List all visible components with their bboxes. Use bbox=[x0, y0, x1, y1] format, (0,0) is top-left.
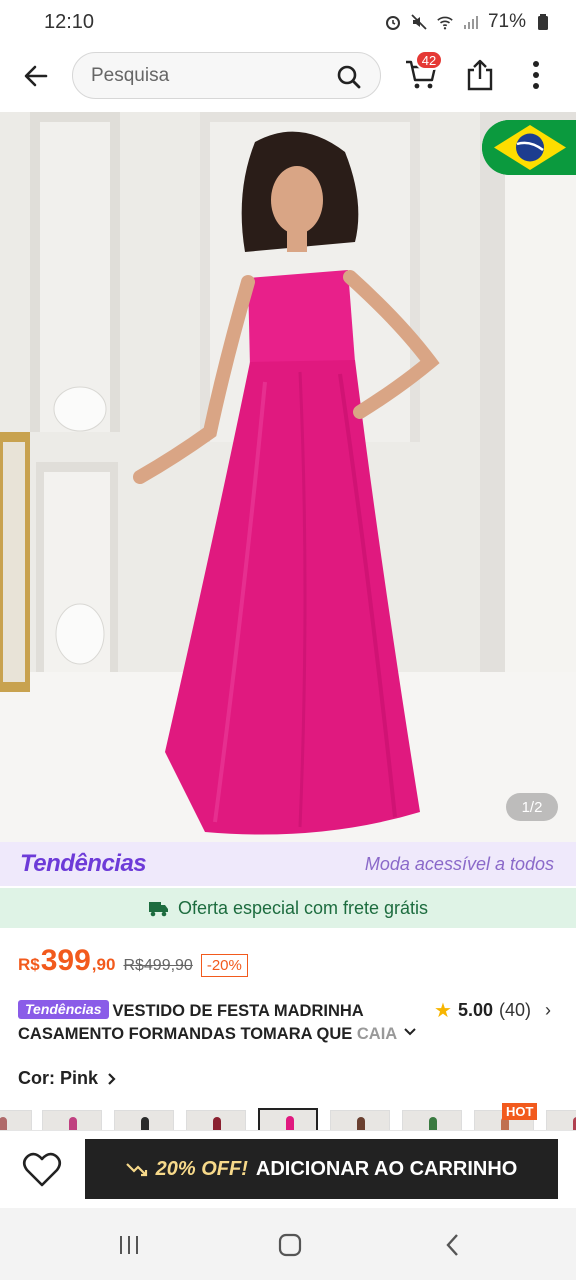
status-time: 12:10 bbox=[44, 10, 95, 33]
rating[interactable]: ★ 5.00 (40) › bbox=[434, 998, 551, 1023]
more-options-button[interactable] bbox=[526, 58, 546, 92]
product-title[interactable]: Tendências VESTIDO DE FESTA MADRINHA CASA… bbox=[18, 1000, 418, 1046]
trend-down-icon bbox=[125, 1163, 147, 1177]
color-thumbnail[interactable] bbox=[402, 1110, 462, 1130]
product-photo bbox=[0, 112, 576, 842]
status-icons: 71% bbox=[384, 11, 552, 33]
star-icon: ★ bbox=[434, 1000, 452, 1022]
color-selector[interactable]: Cor: Pink bbox=[18, 1068, 118, 1089]
wifi-icon bbox=[436, 13, 454, 31]
status-bar: 12:10 71% bbox=[0, 0, 576, 44]
color-thumbnail[interactable] bbox=[42, 1110, 102, 1130]
recent-apps-icon bbox=[120, 1236, 138, 1254]
rating-score: 5.00 bbox=[457, 1000, 493, 1020]
search-icon[interactable] bbox=[336, 64, 362, 90]
trends-tagline: Moda acessível a todos bbox=[364, 853, 554, 874]
price-row: R$ 399 ,90 R$499,90 -20% bbox=[18, 944, 248, 978]
truck-icon bbox=[148, 902, 168, 917]
top-bar: 42 bbox=[0, 44, 576, 110]
recent-apps-button[interactable] bbox=[114, 1232, 144, 1258]
color-thumbnail[interactable] bbox=[330, 1110, 390, 1130]
trends-banner[interactable]: Tendências Moda acessível a todos bbox=[0, 842, 576, 886]
shipping-text: Oferta especial com frete grátis bbox=[177, 897, 429, 918]
color-thumbnails bbox=[0, 1108, 576, 1130]
search-bar[interactable] bbox=[72, 52, 381, 99]
original-price: R$499,90 bbox=[123, 957, 193, 974]
brazil-flag-icon[interactable] bbox=[482, 120, 576, 175]
price-cents: ,90 bbox=[91, 955, 116, 974]
product-image[interactable] bbox=[0, 112, 576, 842]
system-nav-bar bbox=[0, 1208, 576, 1280]
trends-tag: Tendências bbox=[18, 1000, 109, 1019]
hot-badge: HOT bbox=[502, 1103, 538, 1120]
battery-percent: 71% bbox=[487, 11, 526, 32]
bottom-action-bar: 20% OFF! ADICIONAR AO CARRINHO bbox=[0, 1130, 576, 1208]
trends-logo: Tendências bbox=[20, 850, 147, 877]
image-counter: 1/2 bbox=[506, 793, 558, 821]
home-button[interactable] bbox=[275, 1232, 305, 1258]
color-thumbnail[interactable] bbox=[546, 1110, 576, 1130]
product-title-faded: CAIA bbox=[356, 1025, 398, 1043]
color-label: Cor: Pink bbox=[18, 1068, 99, 1088]
chevron-right-icon bbox=[108, 1072, 116, 1085]
signal-icon bbox=[462, 13, 480, 31]
rating-count: (40) bbox=[498, 1000, 531, 1020]
share-icon[interactable] bbox=[464, 58, 496, 92]
price-currency: R$ bbox=[18, 955, 40, 974]
home-icon bbox=[278, 1233, 302, 1257]
chevron-right-icon: › bbox=[545, 1000, 551, 1020]
color-thumbnail[interactable] bbox=[114, 1110, 174, 1130]
color-thumbnail-selected[interactable] bbox=[258, 1108, 318, 1130]
shipping-banner[interactable]: Oferta especial com frete grátis bbox=[0, 888, 576, 928]
back-nav-icon bbox=[446, 1234, 458, 1256]
discount-badge: -20% bbox=[200, 954, 248, 977]
back-button[interactable] bbox=[18, 58, 54, 94]
battery-icon bbox=[534, 13, 552, 31]
search-input[interactable] bbox=[91, 64, 321, 87]
price-main: 399 bbox=[40, 944, 91, 977]
mute-icon bbox=[410, 13, 428, 31]
system-back-button[interactable] bbox=[438, 1232, 468, 1258]
add-to-cart-button[interactable]: 20% OFF! ADICIONAR AO CARRINHO bbox=[85, 1139, 558, 1199]
chevron-down-icon[interactable] bbox=[402, 1024, 418, 1040]
alarm-icon bbox=[384, 13, 402, 31]
promo-text: 20% OFF! bbox=[155, 1157, 248, 1180]
add-to-cart-label: ADICIONAR AO CARRINHO bbox=[255, 1157, 518, 1180]
cart-badge: 42 bbox=[415, 50, 443, 70]
heart-icon[interactable] bbox=[22, 1151, 62, 1189]
arrow-left-icon bbox=[24, 65, 48, 87]
color-thumbnail[interactable] bbox=[186, 1110, 246, 1130]
color-thumbnail[interactable] bbox=[0, 1110, 32, 1130]
